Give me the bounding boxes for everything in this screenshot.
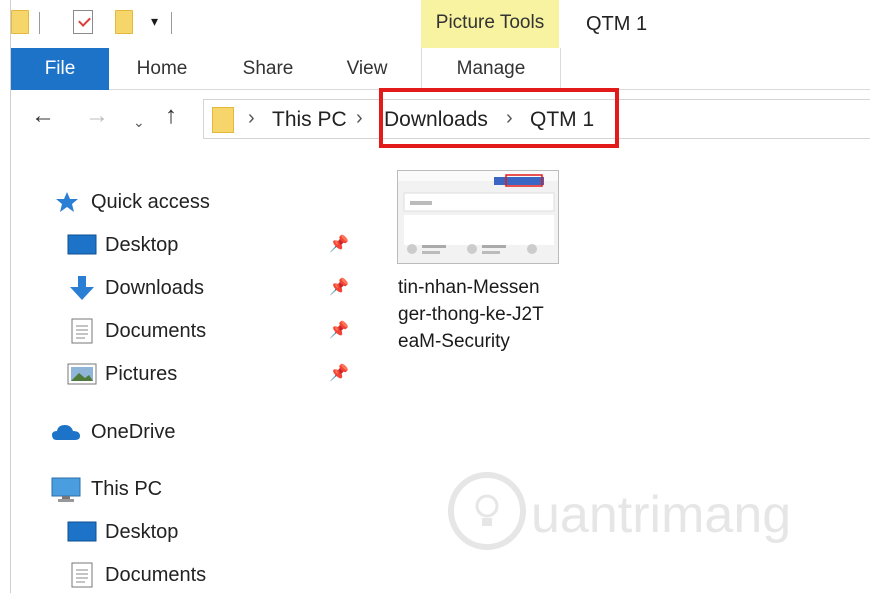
- document-icon: [71, 318, 93, 344]
- file-name[interactable]: tin-nhan-Messen ger-thong-ke-J2T eaM-Sec…: [398, 274, 568, 355]
- folder-icon[interactable]: [11, 10, 29, 34]
- pin-icon[interactable]: 📌: [329, 225, 349, 265]
- svg-text:uantrimang: uantrimang: [531, 486, 791, 544]
- nav-label: OneDrive: [91, 421, 176, 443]
- nav-label: Pictures: [105, 363, 178, 385]
- breadcrumb-this-pc[interactable]: This PC: [272, 108, 347, 132]
- nav-pictures[interactable]: Pictures 📌: [65, 354, 361, 394]
- star-icon: [56, 192, 78, 212]
- nav-documents[interactable]: Documents 📌: [65, 311, 361, 351]
- watermark-logo: uantrimang: [448, 472, 791, 550]
- nav-label: Quick access: [91, 191, 210, 213]
- file-name-line: tin-nhan-Messen: [398, 277, 540, 298]
- pin-icon[interactable]: 📌: [329, 354, 349, 394]
- tab-home[interactable]: Home: [119, 48, 205, 90]
- nav-label: Documents: [105, 320, 207, 342]
- nav-label: Desktop: [105, 521, 179, 543]
- back-arrow-icon[interactable]: ←: [31, 102, 55, 130]
- download-arrow-icon: [70, 276, 94, 300]
- window-title: QTM 1: [586, 13, 648, 35]
- navigation-pane: Quick access Desktop 📌 Downloads 📌 Docum…: [11, 146, 371, 593]
- desktop-icon: [67, 234, 97, 255]
- title-bar: ▾ Picture Tools QTM 1: [11, 0, 870, 48]
- recent-locations-chevron-icon[interactable]: ⌄: [133, 108, 145, 136]
- nav-label: Desktop: [105, 234, 179, 256]
- nav-pc-desktop[interactable]: Desktop: [65, 512, 361, 552]
- tab-view[interactable]: View: [327, 48, 407, 90]
- tab-share[interactable]: Share: [225, 48, 311, 90]
- nav-desktop[interactable]: Desktop 📌: [65, 225, 361, 265]
- properties-check-icon[interactable]: [73, 10, 93, 34]
- nav-onedrive[interactable]: OneDrive: [51, 412, 351, 452]
- nav-this-pc[interactable]: This PC: [51, 469, 351, 509]
- screenshot-thumbnail-image: [398, 171, 558, 263]
- file-name-line: ger-thong-ke-J2T: [398, 304, 544, 325]
- ribbon-tabs: File Home Share View Manage: [11, 48, 870, 90]
- pictures-icon: [67, 363, 97, 385]
- pin-icon[interactable]: 📌: [329, 311, 349, 351]
- document-icon: [71, 562, 93, 588]
- tab-file[interactable]: File: [11, 48, 109, 90]
- forward-arrow-icon[interactable]: →: [85, 102, 109, 130]
- nav-quick-access[interactable]: Quick access: [51, 182, 351, 222]
- separator: [39, 12, 40, 34]
- breadcrumb-chevron-icon[interactable]: ›: [248, 107, 255, 130]
- up-arrow-icon[interactable]: ↑: [165, 102, 177, 130]
- separator: [171, 12, 172, 34]
- nav-label: Downloads: [105, 277, 204, 299]
- cloud-icon: [52, 425, 80, 440]
- pin-icon[interactable]: 📌: [329, 268, 349, 308]
- file-thumbnail[interactable]: [397, 170, 559, 264]
- annotation-highlight-box: [379, 88, 619, 148]
- file-name-line: eaM-Security: [398, 331, 510, 352]
- breadcrumb-chevron-icon[interactable]: ›: [356, 107, 363, 130]
- desktop-icon: [67, 521, 97, 542]
- nav-label: Documents: [105, 564, 207, 586]
- tab-manage[interactable]: Manage: [421, 48, 561, 90]
- nav-label: This PC: [91, 478, 163, 500]
- folder-icon: [212, 107, 234, 133]
- customize-dropdown-icon[interactable]: ▾: [151, 14, 158, 28]
- picture-tools-label: Picture Tools: [421, 0, 559, 48]
- explorer-window: ▾ Picture Tools QTM 1 File Home Share Vi…: [10, 0, 870, 593]
- monitor-icon: [51, 477, 81, 502]
- nav-pc-documents[interactable]: Documents: [65, 555, 361, 595]
- nav-downloads[interactable]: Downloads 📌: [65, 268, 361, 308]
- new-folder-icon[interactable]: [115, 10, 133, 34]
